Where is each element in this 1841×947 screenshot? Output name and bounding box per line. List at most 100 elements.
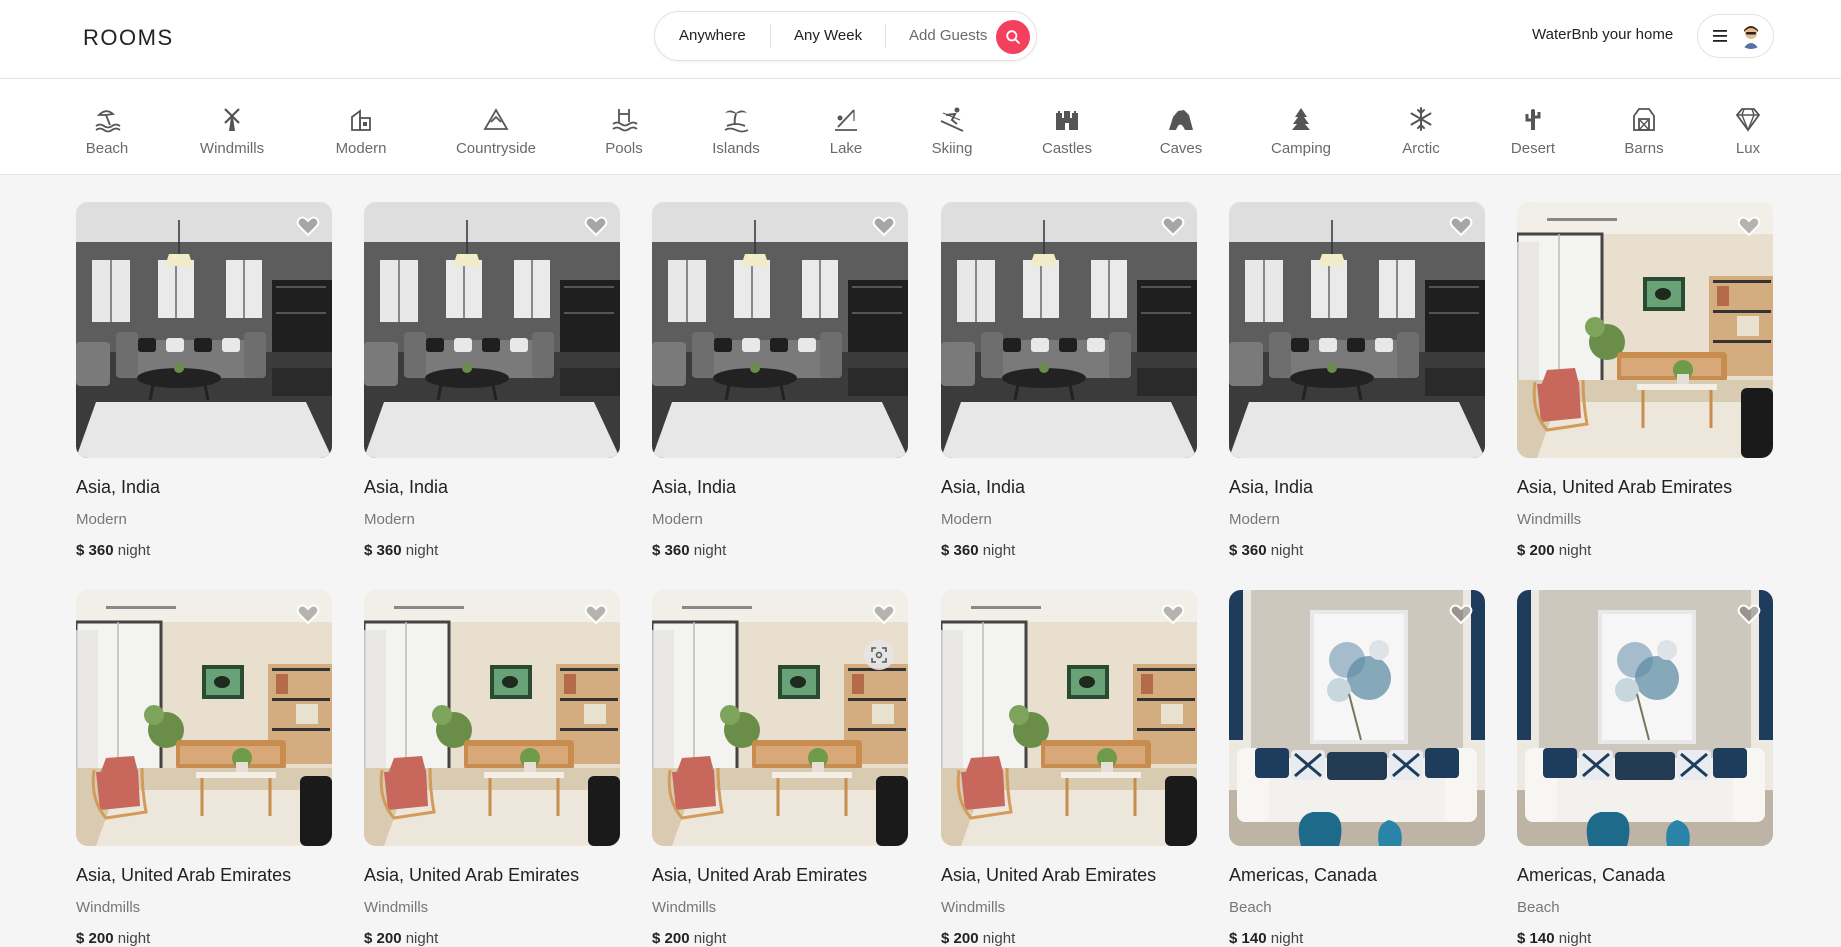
heart-icon[interactable]: [583, 213, 609, 239]
listing-card[interactable]: Asia, India Modern $ 360 night: [652, 202, 908, 559]
listing-photo[interactable]: [1517, 590, 1773, 846]
listing-price: $ 360 night: [652, 542, 726, 559]
listing-category: Windmills: [364, 899, 429, 916]
user-menu-button[interactable]: [1697, 14, 1774, 58]
category-islands[interactable]: Islands: [686, 105, 786, 157]
listing-photo[interactable]: [1229, 202, 1485, 458]
listing-photo[interactable]: [1517, 202, 1773, 458]
category-lake[interactable]: Lake: [796, 105, 896, 157]
listing-price: $ 200 night: [1517, 542, 1591, 559]
category-barns[interactable]: Barns: [1594, 105, 1694, 157]
listing-photo[interactable]: [652, 202, 908, 458]
category-arctic[interactable]: Arctic: [1371, 105, 1471, 157]
listing-location: Asia, India: [364, 477, 449, 497]
search-add-guests[interactable]: Add Guests: [909, 27, 987, 44]
heart-icon[interactable]: [1448, 213, 1474, 239]
category-pools[interactable]: Pools: [574, 105, 674, 157]
listing-card[interactable]: Asia, United Arab Emirates Windmills $ 2…: [364, 590, 620, 947]
search-anywhere[interactable]: Anywhere: [679, 27, 746, 44]
category-label: Barns: [1624, 140, 1664, 157]
listing-card[interactable]: Americas, Canada Beach $ 140 night: [1517, 590, 1773, 947]
price-unit: night: [117, 930, 151, 947]
price-unit: night: [693, 542, 727, 559]
listing-location: Asia, United Arab Emirates: [652, 865, 868, 885]
price-value: $ 360: [1229, 542, 1267, 559]
search-any-week[interactable]: Any Week: [794, 27, 862, 44]
price-unit: night: [693, 930, 727, 947]
category-label: Beach: [85, 140, 129, 157]
heart-icon[interactable]: [1448, 601, 1474, 627]
visual-search-icon[interactable]: [864, 640, 894, 670]
search-bar[interactable]: Anywhere Any Week Add Guests: [654, 11, 1037, 61]
category-desert[interactable]: Desert: [1483, 105, 1583, 157]
heart-icon[interactable]: [1160, 601, 1186, 627]
category-caves[interactable]: Caves: [1131, 105, 1231, 157]
category-countryside[interactable]: Countryside: [446, 105, 546, 157]
heart-icon[interactable]: [871, 601, 897, 627]
listing-card[interactable]: Asia, India Modern $ 360 night: [76, 202, 332, 559]
host-your-home-link[interactable]: WaterBnb your home: [1532, 26, 1673, 43]
category-beach[interactable]: Beach: [57, 105, 157, 157]
listing-price: $ 200 night: [652, 930, 726, 947]
price-value: $ 140: [1517, 930, 1555, 947]
listing-location: Asia, United Arab Emirates: [941, 865, 1157, 885]
listing-price: $ 200 night: [76, 930, 150, 947]
price-value: $ 360: [652, 542, 690, 559]
listing-price: $ 360 night: [1229, 542, 1303, 559]
listing-card[interactable]: Asia, India Modern $ 360 night: [364, 202, 620, 559]
price-unit: night: [1270, 542, 1304, 559]
island-icon: [724, 110, 749, 133]
category-label: Arctic: [1402, 140, 1440, 157]
listing-photo[interactable]: [76, 202, 332, 458]
listing-photo[interactable]: [941, 590, 1197, 846]
listing-photo[interactable]: [652, 590, 908, 846]
category-bar: Beach Windmills Modern Countryside Pools…: [0, 79, 1841, 175]
logo[interactable]: ROOMS: [83, 25, 174, 51]
category-camping[interactable]: Camping: [1251, 105, 1351, 157]
listing-photo[interactable]: [364, 202, 620, 458]
listing-photo[interactable]: [364, 590, 620, 846]
heart-icon[interactable]: [1736, 601, 1762, 627]
listing-location: Asia, India: [76, 477, 161, 497]
category-label: Windmills: [199, 140, 265, 157]
category-lux[interactable]: Lux: [1698, 105, 1798, 157]
mountain-icon: [483, 108, 509, 130]
heart-icon[interactable]: [295, 601, 321, 627]
listing-card[interactable]: Asia, United Arab Emirates Windmills $ 2…: [652, 590, 908, 947]
listing-card[interactable]: Asia, India Modern $ 360 night: [941, 202, 1197, 559]
heart-icon[interactable]: [1736, 213, 1762, 239]
listing-category: Windmills: [76, 899, 141, 916]
listing-card[interactable]: Asia, United Arab Emirates Windmills $ 2…: [941, 590, 1197, 947]
price-unit: night: [982, 930, 1016, 947]
lake-icon: [835, 109, 857, 131]
category-label: Skiing: [931, 140, 973, 157]
heart-icon[interactable]: [871, 213, 897, 239]
listing-price: $ 360 night: [76, 542, 150, 559]
listing-photo[interactable]: [76, 590, 332, 846]
divider: [885, 24, 886, 48]
price-unit: night: [1558, 542, 1592, 559]
listing-photo[interactable]: [1229, 590, 1485, 846]
listing-card[interactable]: Asia, United Arab Emirates Windmills $ 2…: [1517, 202, 1773, 559]
hamburger-icon: [1711, 27, 1729, 45]
price-value: $ 140: [1229, 930, 1267, 947]
heart-icon[interactable]: [583, 601, 609, 627]
category-castles[interactable]: Castles: [1017, 105, 1117, 157]
heart-icon[interactable]: [295, 213, 321, 239]
listing-card[interactable]: Asia, India Modern $ 360 night: [1229, 202, 1485, 559]
category-skiing[interactable]: Skiing: [902, 105, 1002, 157]
category-windmills[interactable]: Windmills: [182, 105, 282, 157]
listing-photo[interactable]: [941, 202, 1197, 458]
category-label: Countryside: [455, 140, 537, 157]
cave-icon: [1169, 110, 1193, 130]
category-label: Lake: [829, 140, 863, 157]
search-button[interactable]: [996, 20, 1030, 54]
category-modern[interactable]: Modern: [311, 105, 411, 157]
listing-location: Asia, United Arab Emirates: [364, 865, 580, 885]
price-value: $ 360: [364, 542, 402, 559]
skiing-icon: [940, 107, 964, 132]
listing-card[interactable]: Asia, United Arab Emirates Windmills $ 2…: [76, 590, 332, 947]
heart-icon[interactable]: [1160, 213, 1186, 239]
listing-card[interactable]: Americas, Canada Beach $ 140 night: [1229, 590, 1485, 947]
listing-price: $ 140 night: [1229, 930, 1303, 947]
